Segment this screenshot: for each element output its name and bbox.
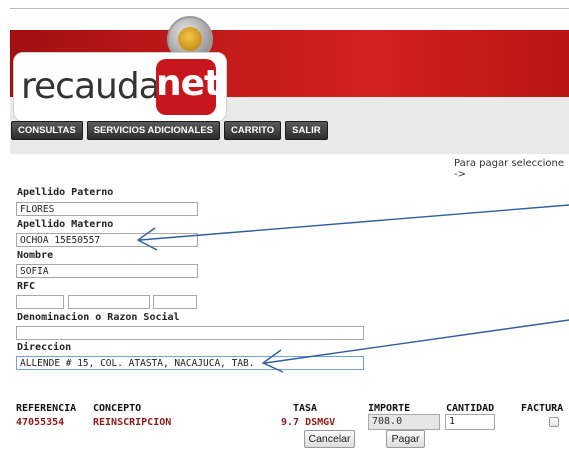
factura-checkbox[interactable] xyxy=(549,417,559,427)
nav-servicios-adicionales[interactable]: SERVICIOS ADICIONALES xyxy=(86,121,221,140)
rfc-field-1[interactable] xyxy=(16,295,64,309)
pay-button[interactable]: Pagar xyxy=(386,430,425,448)
header-importe: IMPORTE xyxy=(368,403,411,414)
header-referencia: REFERENCIA xyxy=(16,403,77,414)
nav-salir[interactable]: SALIR xyxy=(285,121,328,140)
coin-center xyxy=(178,27,202,51)
rfc-field-2[interactable] xyxy=(68,295,150,309)
header-cantidad: CANTIDAD xyxy=(446,403,495,414)
logo: recauda net xyxy=(13,52,227,122)
logo-text-left: recauda xyxy=(21,66,161,107)
importe-field: 708.0 xyxy=(368,414,440,430)
header-concepto: CONCEPTO xyxy=(93,403,142,414)
header-factura: FACTURA xyxy=(521,403,564,414)
cancel-button[interactable]: Cancelar xyxy=(304,430,355,448)
rfc-field-3[interactable] xyxy=(153,295,197,309)
logo-text-right: net xyxy=(156,59,221,115)
rfc-label: RFC xyxy=(17,281,36,292)
razon-social-field[interactable] xyxy=(16,326,364,340)
cantidad-field[interactable]: 1 xyxy=(445,414,495,430)
header-tasa: TASA xyxy=(293,403,318,414)
apellido-paterno-label: Apellido Paterno xyxy=(17,187,114,198)
nombre-label: Nombre xyxy=(17,250,54,261)
apellido-materno-field[interactable]: OCHOA 15E50557 xyxy=(16,233,198,247)
pay-hint: Para pagar seleccione -> xyxy=(454,158,565,180)
apellido-materno-label: Apellido Materno xyxy=(17,219,114,230)
razon-social-label: Denominacion o Razon Social xyxy=(17,312,180,323)
nav-carrito[interactable]: CARRITO xyxy=(224,121,282,140)
nombre-field[interactable]: SOFIA xyxy=(16,264,198,278)
nav-consultas[interactable]: CONSULTAS xyxy=(11,121,83,140)
row-tasa: 9.7 DSMGV xyxy=(281,417,336,428)
row-concepto: REINSCRIPCION xyxy=(93,417,172,428)
direccion-label: Direccion xyxy=(17,342,72,353)
row-referencia: 47055354 xyxy=(16,417,65,428)
top-divider xyxy=(10,8,569,9)
main-nav: CONSULTAS SERVICIOS ADICIONALES CARRITO … xyxy=(11,121,328,140)
header: recauda net CONSULTAS SERVICIOS ADICIONA… xyxy=(10,16,569,154)
arrow-line-1 xyxy=(139,204,569,241)
direccion-field[interactable]: ALLENDE # 15, COL. ATASTA, NACAJUCA, TAB… xyxy=(16,356,364,370)
apellido-paterno-field[interactable]: FLORES xyxy=(16,202,198,216)
